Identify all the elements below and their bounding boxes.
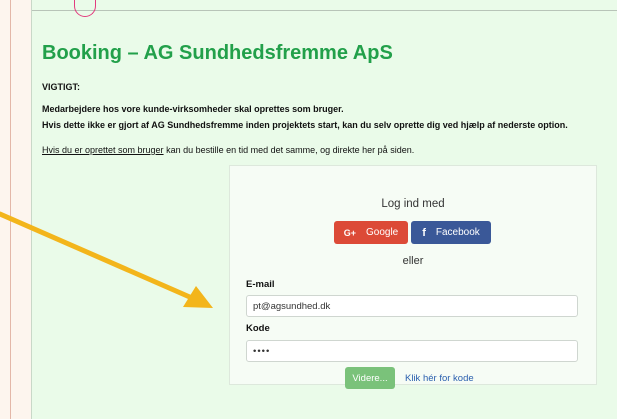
annotation-arrow [0, 211, 213, 308]
arrow-shaft [0, 211, 195, 301]
